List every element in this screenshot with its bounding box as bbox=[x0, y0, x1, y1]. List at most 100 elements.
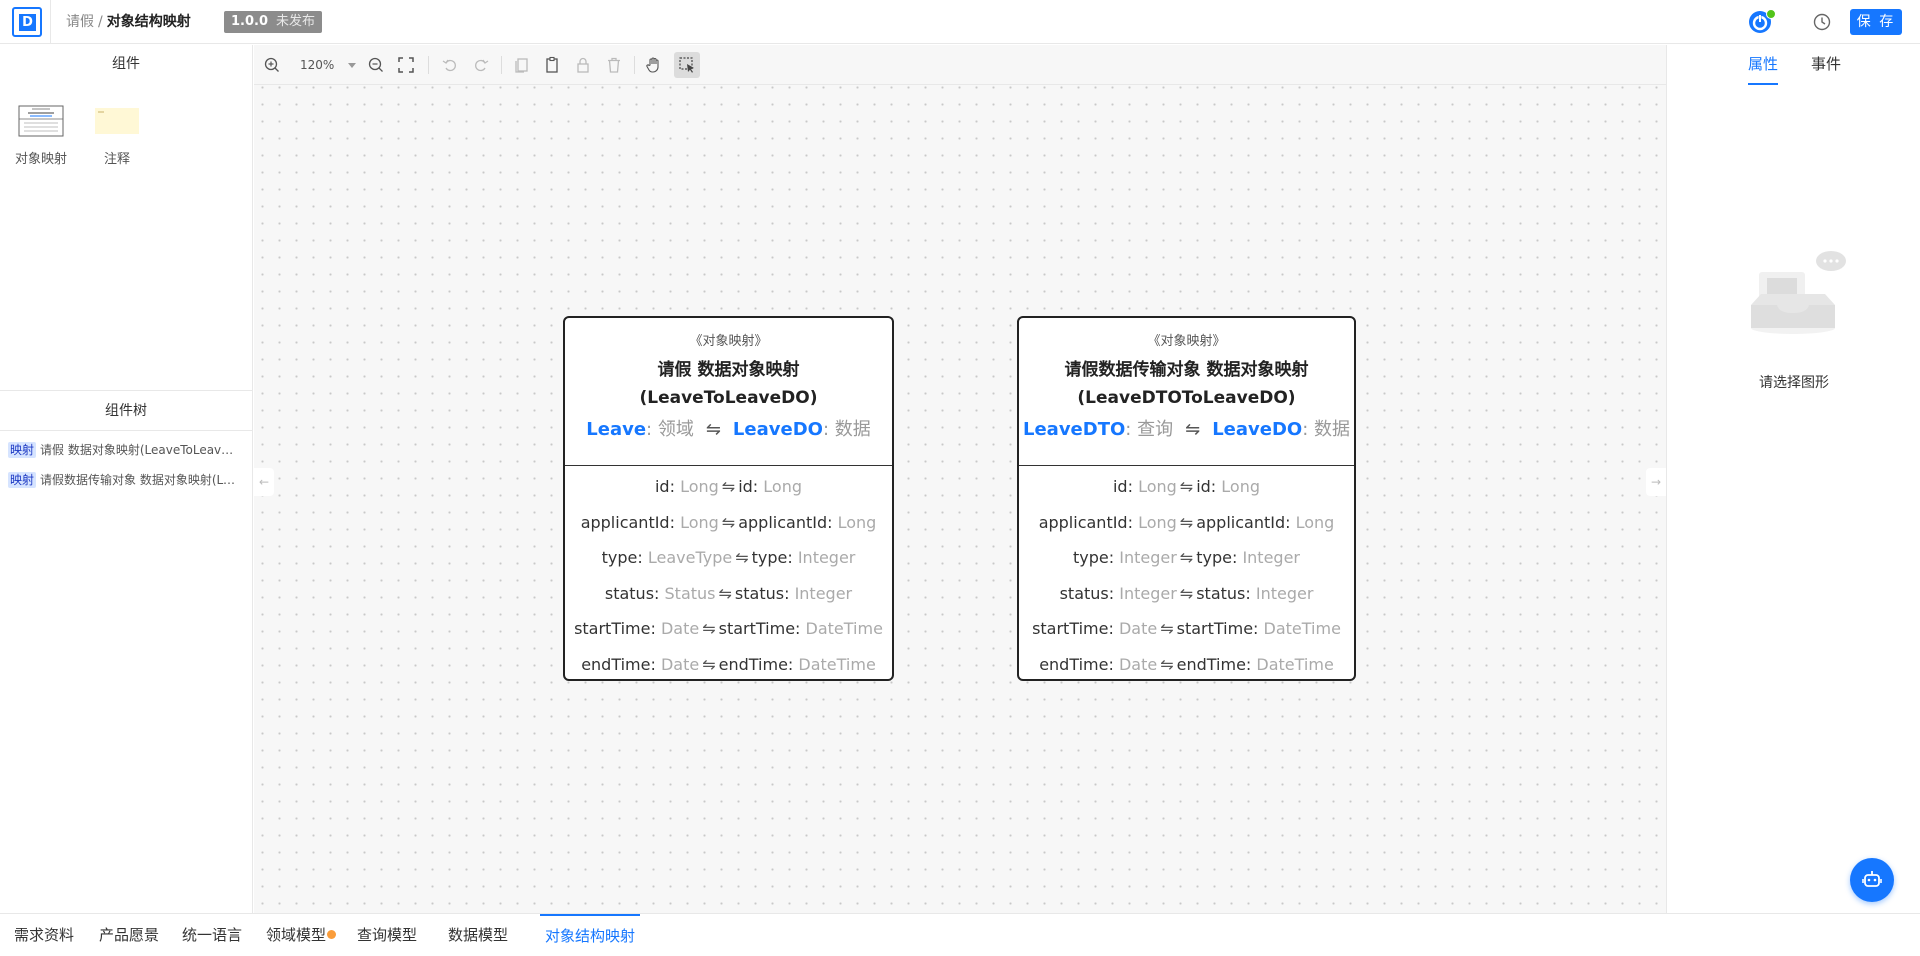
tab-ubiquitous-language[interactable]: 统一语言 bbox=[182, 914, 242, 956]
mapping-arrow-icon: ⇋ bbox=[1179, 583, 1194, 603]
ai-assistant-button[interactable] bbox=[1850, 858, 1894, 902]
source-entity-type: : 领域 bbox=[646, 419, 694, 440]
save-button[interactable]: 保 存 bbox=[1850, 9, 1902, 35]
field-src-name: id: bbox=[654, 477, 675, 496]
field-mapping-row[interactable]: type: LeaveType ⇋ type: Integer bbox=[565, 540, 892, 576]
mapping-arrow-icon: ⇋ bbox=[735, 548, 749, 567]
fit-screen-icon[interactable] bbox=[396, 55, 416, 75]
field-dst-type: Integer bbox=[794, 583, 853, 603]
field-mapping-row[interactable]: applicantId: Long ⇋ applicantId: Long bbox=[1019, 505, 1354, 541]
mapping-arrow-icon: ⇋ bbox=[705, 419, 721, 440]
zoom-in-icon[interactable] bbox=[262, 55, 282, 75]
collapse-right-panel-button[interactable]: → bbox=[1646, 468, 1666, 496]
component-note[interactable]: 注释 bbox=[82, 105, 152, 167]
target-entity: LeaveDO bbox=[732, 419, 823, 440]
tab-data-model[interactable]: 数据模型 bbox=[448, 914, 508, 956]
chevron-down-icon bbox=[348, 63, 356, 68]
tree-item[interactable]: 映射 请假 数据对象映射(LeaveToLeaveDO) bbox=[0, 435, 252, 465]
version-badge: 1.0.0 未发布 bbox=[224, 11, 323, 33]
breadcrumb-parent[interactable]: 请假 bbox=[66, 14, 94, 30]
field-dst-type: DateTime bbox=[1256, 654, 1334, 674]
field-dst-type: Long bbox=[837, 512, 877, 532]
field-dst-type: Integer bbox=[797, 548, 856, 567]
online-status-dot bbox=[1766, 9, 1776, 19]
card-title-code: (LeaveToLeaveDO) bbox=[639, 388, 818, 408]
lock-icon[interactable] bbox=[573, 55, 593, 75]
field-dst-name: startTime: bbox=[718, 619, 801, 638]
zoom-select[interactable]: 120% bbox=[300, 55, 356, 75]
field-dst-name: id: bbox=[1196, 477, 1217, 496]
field-src-type: LeaveType bbox=[647, 548, 733, 567]
field-mapping-row[interactable]: id: Long ⇋ id: Long bbox=[565, 469, 892, 505]
toolbar-divider bbox=[428, 56, 429, 74]
delete-icon[interactable] bbox=[604, 55, 624, 75]
field-dst-name: type: bbox=[751, 548, 793, 567]
field-mapping-row[interactable]: endTime: Date ⇋ endTime: DateTime bbox=[565, 647, 892, 683]
card-title: 请假数据传输对象 数据对象映射 bbox=[1064, 360, 1309, 380]
mapping-arrow-icon: ⇋ bbox=[702, 619, 716, 638]
canvas-toolbar: 120% bbox=[254, 45, 1666, 85]
field-dst-type: Long bbox=[1221, 477, 1261, 496]
tab-properties[interactable]: 属性 bbox=[1748, 45, 1779, 85]
mapping-arrow-icon: ⇋ bbox=[1179, 477, 1194, 496]
mapping-card-leavedto-to-leavedo[interactable]: 《对象映射》 请假数据传输对象 数据对象映射 (LeaveDTOToLeaveD… bbox=[1017, 316, 1356, 681]
tab-query-model[interactable]: 查询模型 bbox=[357, 914, 417, 956]
card-title-code: (LeaveDTOToLeaveDO) bbox=[1077, 388, 1296, 408]
header-divider bbox=[50, 0, 51, 44]
field-src-name: startTime: bbox=[1032, 619, 1114, 638]
zoom-out-icon[interactable] bbox=[366, 55, 386, 75]
diagram-canvas[interactable]: 120% ← → 《对象映射》 请假 数据对象映射 (LeaveToLeaveD… bbox=[254, 45, 1666, 913]
field-dst-name: endTime: bbox=[718, 654, 794, 674]
card-header: 《对象映射》 请假数据传输对象 数据对象映射 (LeaveDTOToLeaveD… bbox=[1019, 318, 1354, 466]
field-mapping-row[interactable]: applicantId: Long ⇋ applicantId: Long bbox=[565, 505, 892, 541]
field-src-name: applicantId: bbox=[580, 512, 675, 532]
field-dst-type: Integer bbox=[1255, 583, 1314, 603]
collapse-left-panel-button[interactable]: ← bbox=[254, 468, 274, 496]
card-stereotype: 《对象映射》 bbox=[1147, 334, 1226, 349]
card-stereotype: 《对象映射》 bbox=[689, 334, 768, 349]
tree-item-label: 请假数据传输对象 数据对象映射(LeaveDTOToLeaveDO) bbox=[40, 473, 240, 487]
copy-icon[interactable] bbox=[512, 55, 532, 75]
tree-item[interactable]: 映射请假数据传输对象 数据对象映射(LeaveDTOToLeaveDO) bbox=[0, 465, 252, 495]
field-mapping-row[interactable]: type: Integer ⇋ type: Integer bbox=[1019, 540, 1354, 576]
field-dst-type: Integer bbox=[1242, 548, 1300, 567]
field-mapping-row[interactable]: status: Integer ⇋ status: Integer bbox=[1019, 576, 1354, 612]
history-icon[interactable] bbox=[1812, 12, 1832, 32]
card-entity-mapping: LeaveDTO: 查询 ⇋ LeaveDO: 数据 bbox=[1019, 418, 1354, 442]
component-object-mapping[interactable]: 对象映射 bbox=[6, 105, 76, 167]
field-src-name: status: bbox=[1059, 583, 1115, 603]
right-panel: 属性 事件 请选择图形 bbox=[1666, 45, 1920, 913]
paste-icon[interactable] bbox=[542, 55, 562, 75]
component-label: 对象映射 bbox=[14, 152, 67, 167]
field-src-type: Date bbox=[660, 654, 700, 674]
empty-state-text: 请选择图形 bbox=[1759, 375, 1829, 391]
tab-product-vision[interactable]: 产品愿景 bbox=[99, 914, 159, 956]
field-src-type: Date bbox=[1118, 619, 1158, 638]
field-dst-name: id: bbox=[738, 477, 759, 496]
source-entity: LeaveDTO bbox=[1023, 419, 1126, 440]
redo-icon[interactable] bbox=[471, 55, 491, 75]
mapping-arrow-icon: ⇋ bbox=[1179, 548, 1194, 567]
tab-domain-model[interactable]: 领域模型 bbox=[266, 914, 337, 956]
field-mapping-row[interactable]: startTime: Date ⇋ startTime: DateTime bbox=[565, 611, 892, 647]
field-mapping-row[interactable]: id: Long ⇋ id: Long bbox=[1019, 469, 1354, 505]
field-src-type: Integer bbox=[1119, 548, 1177, 567]
field-mapping-row[interactable]: endTime: Date ⇋ endTime: DateTime bbox=[1019, 647, 1354, 683]
zoom-value: 120% bbox=[300, 58, 335, 72]
select-icon[interactable] bbox=[674, 52, 700, 78]
app-logo[interactable]: D bbox=[12, 7, 42, 37]
tab-events[interactable]: 事件 bbox=[1811, 45, 1841, 85]
undo-icon[interactable] bbox=[440, 55, 460, 75]
field-mapping-row[interactable]: status: Status ⇋ status: Integer bbox=[565, 576, 892, 612]
tab-requirements[interactable]: 需求资料 bbox=[14, 914, 74, 956]
mapping-arrow-icon: ⇋ bbox=[1185, 419, 1201, 440]
tab-object-mapping[interactable]: 对象结构映射 bbox=[540, 914, 640, 956]
field-dst-type: DateTime bbox=[805, 619, 883, 638]
field-mapping-row[interactable]: startTime: Date ⇋ startTime: DateTime bbox=[1019, 611, 1354, 647]
target-entity-type: : 数据 bbox=[822, 419, 871, 440]
card-fields: id: Long ⇋ id: Long applicantId: Long ⇋ appl… bbox=[1019, 466, 1354, 682]
components-title: 组件 bbox=[112, 56, 140, 72]
mapping-card-leave-to-leavedo[interactable]: 《对象映射》 请假 数据对象映射 (LeaveToLeaveDO) Leave:… bbox=[563, 316, 894, 681]
hand-icon[interactable] bbox=[644, 55, 664, 75]
tree-item-tag: 映射 bbox=[8, 472, 37, 488]
